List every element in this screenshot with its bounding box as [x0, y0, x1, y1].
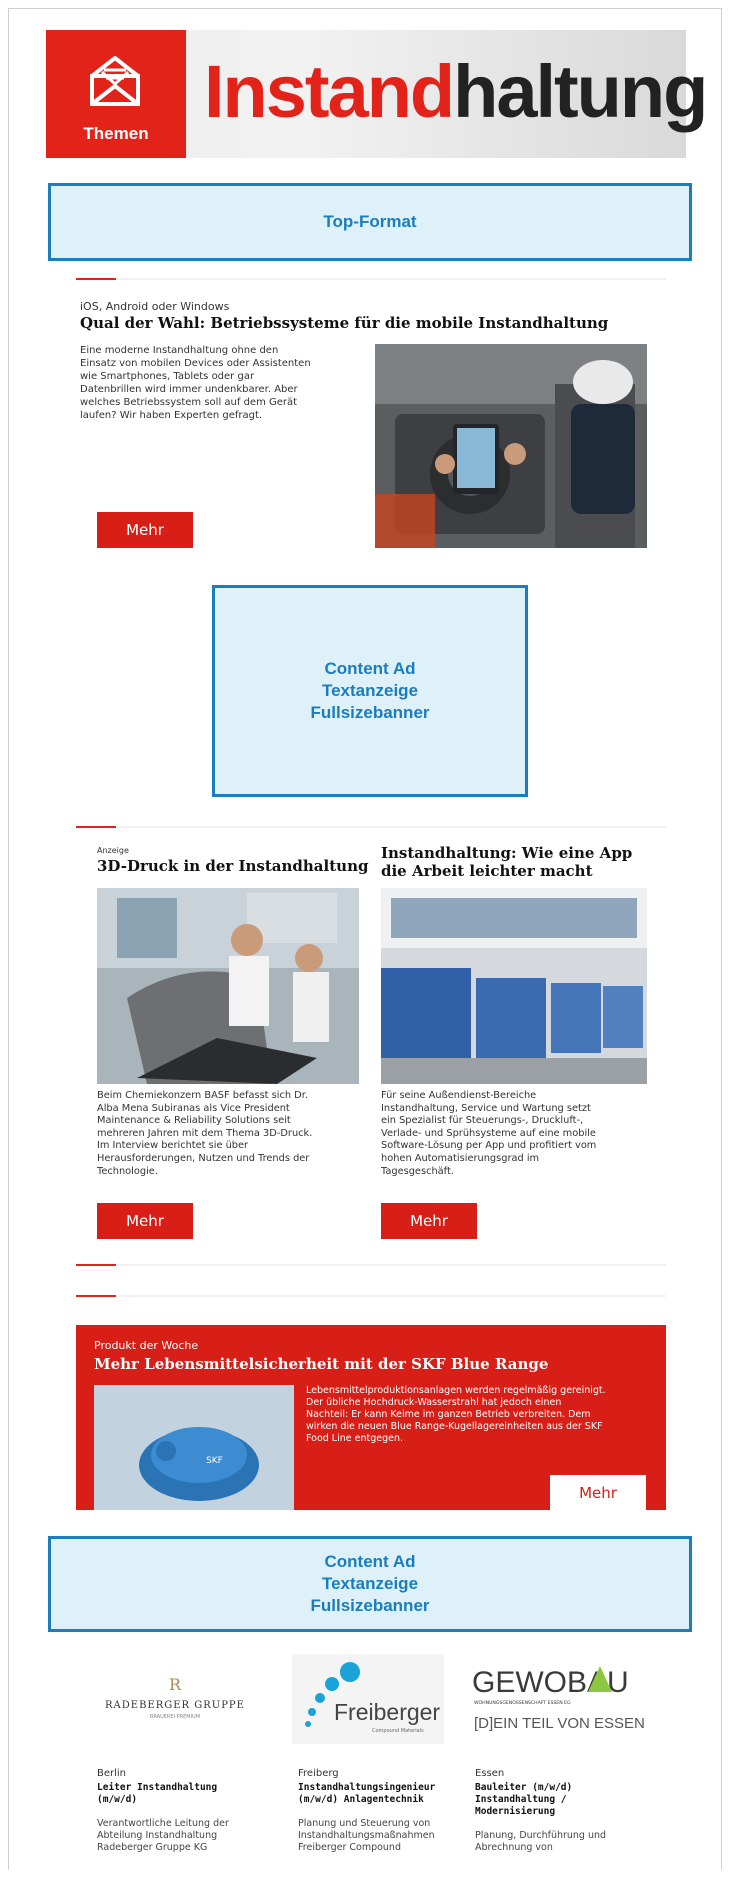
svg-text:[D]EIN TEIL VON ESSEN: [D]EIN TEIL VON ESSEN	[474, 1715, 645, 1732]
freiberger-logo[interactable]: Freiberger Compound Materials	[292, 1654, 444, 1744]
workshop-image[interactable]	[381, 888, 647, 1084]
job-desc-radeberger: Verantwortliche Leitung der Abteilung In…	[97, 1818, 229, 1853]
3d-printing-image[interactable]	[97, 888, 359, 1084]
potw-more-button[interactable]: Mehr	[550, 1475, 646, 1510]
article-more-button[interactable]: Mehr	[97, 512, 193, 548]
article-kicker: iOS, Android oder Windows	[80, 300, 230, 313]
job-title-radeberger[interactable]: Leiter Instandhaltung (m/w/d)	[97, 1782, 277, 1806]
technicians-tablet-image[interactable]	[375, 344, 647, 548]
svg-text:RADEBERGER GRUPPE: RADEBERGER GRUPPE	[105, 1700, 245, 1711]
potw-label: Produkt der Woche	[94, 1339, 199, 1352]
svg-text:BRAUEREI PREMIUM: BRAUEREI PREMIUM	[150, 1714, 200, 1720]
section-divider	[76, 1295, 666, 1297]
left-article-body: Beim Chemiekonzern BASF befasst sich Dr.…	[97, 1090, 313, 1177]
article-headline[interactable]: Qual der Wahl: Betriebssysteme für die m…	[80, 314, 608, 332]
themen-badge[interactable]: Themen	[46, 30, 186, 158]
skf-bearing-image[interactable]: SKF	[94, 1385, 294, 1510]
gewobau-logo[interactable]: GEWOBAU WOHNUNGSGENOSSENSCHAFT ESSEN EG …	[470, 1662, 650, 1740]
product-of-week: Produkt der Woche Mehr Lebensmittelsiche…	[76, 1325, 666, 1510]
potw-headline[interactable]: Mehr Lebensmittelsicherheit mit der SKF …	[94, 1355, 548, 1373]
job-title-freiberger[interactable]: Instandhaltungsingenieur (m/w/d) Anlagen…	[298, 1782, 478, 1806]
svg-text:R: R	[169, 1675, 182, 1694]
envelope-icon	[90, 56, 140, 106]
job-city-freiberg: Freiberg	[298, 1768, 339, 1779]
ad-content-middle[interactable]: Content Ad Textanzeige Fullsizebanner	[212, 585, 528, 797]
potw-body: Lebensmittelproduktionsanlagen werden re…	[306, 1385, 606, 1444]
svg-text:Freiberger: Freiberger	[334, 1699, 440, 1725]
job-title-gewobau[interactable]: Bauleiter (m/w/d) Instandhaltung / Moder…	[475, 1782, 655, 1818]
newsletter-header: Themen Instandhaltung	[46, 30, 708, 158]
skf-label: SKF	[206, 1456, 223, 1466]
svg-text:WOHNUNGSGENOSSENSCHAFT ESSEN E: WOHNUNGSGENOSSENSCHAFT ESSEN EG	[474, 1700, 571, 1706]
section-divider	[76, 278, 666, 280]
article-body: Eine moderne Instandhaltung ohne den Ein…	[80, 345, 311, 421]
svg-text:Compound Materials: Compound Materials	[372, 1728, 424, 1734]
themen-label: Themen	[83, 124, 149, 143]
right-article-headline[interactable]: Instandhaltung: Wie eine App die Arbeit …	[381, 844, 632, 880]
ad-content-bottom[interactable]: Content Ad Textanzeige Fullsizebanner	[48, 1536, 692, 1632]
job-desc-freiberger: Planung und Steuerung von Instandhaltung…	[298, 1818, 435, 1853]
section-divider	[76, 826, 666, 828]
ad-kicker: Anzeige	[97, 846, 129, 855]
ad-top-format[interactable]: Top-Format	[48, 183, 692, 261]
section-divider	[76, 1264, 666, 1266]
left-article-headline[interactable]: 3D-Druck in der Instandhaltung	[97, 857, 368, 875]
left-article-more-button[interactable]: Mehr	[97, 1203, 193, 1239]
job-city-berlin: Berlin	[97, 1768, 127, 1779]
right-article-more-button[interactable]: Mehr	[381, 1203, 477, 1239]
job-desc-gewobau: Planung, Durchführung und Abrechnung von	[475, 1830, 607, 1853]
right-article-body: Für seine Außendienst-Bereiche Instandha…	[381, 1090, 597, 1177]
job-city-essen: Essen	[475, 1768, 505, 1779]
newsletter-title: Instandhaltung	[204, 50, 708, 133]
radeberger-logo[interactable]: R RADEBERGER GRUPPE BRAUEREI PREMIUM	[95, 1668, 255, 1724]
